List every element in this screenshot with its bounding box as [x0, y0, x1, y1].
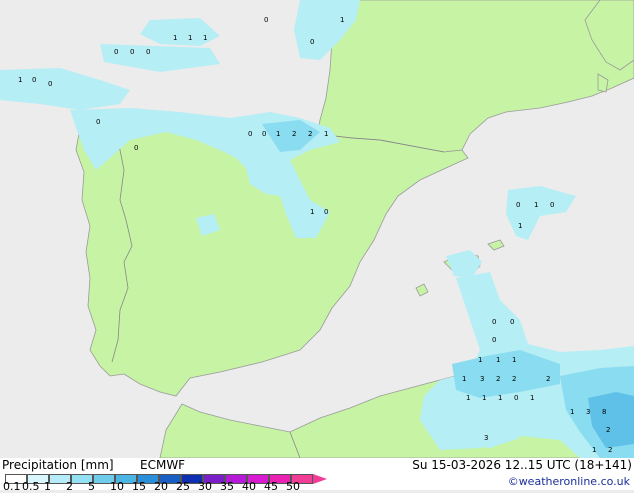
legend-label: 15 — [132, 480, 146, 493]
map-value: 1 — [498, 394, 502, 402]
map-value: 1 — [462, 375, 466, 383]
map-value: 0 — [48, 80, 52, 88]
map-value: 1 — [496, 356, 500, 364]
map-value: 0 — [514, 394, 518, 402]
map-value: 3 — [480, 375, 484, 383]
map-value: 2 — [608, 446, 612, 454]
model-label: ECMWF — [140, 458, 186, 472]
map-value: 2 — [606, 426, 610, 434]
legend-label: 10 — [110, 480, 124, 493]
map-value: 1 — [203, 34, 207, 42]
map-value: 1 — [592, 446, 596, 454]
map-value: 1 — [324, 130, 328, 138]
map-value: 2 — [546, 375, 550, 383]
map-value: 1 — [518, 222, 522, 230]
map-value: 0 — [134, 144, 138, 152]
map-value: 0 — [310, 38, 314, 46]
map-value: 2 — [496, 375, 500, 383]
map-value: 0 — [32, 76, 36, 84]
map-value: 1 — [478, 356, 482, 364]
map-canvas: 1 1 1 1 0 0 0 0 0 0 1 0 0 0 0 0 1 2 2 1 … — [0, 0, 634, 458]
map-value: 0 — [248, 130, 252, 138]
map-value: 3 — [484, 434, 488, 442]
map-value: 3 — [586, 408, 590, 416]
legend-label: 0.5 — [22, 480, 40, 493]
footer: Precipitation [mm] ECMWF Su 15-03-2026 1… — [0, 458, 634, 493]
legend-label: 0.1 — [3, 480, 21, 493]
legend-label: 50 — [286, 480, 300, 493]
map-value: 0 — [146, 48, 150, 56]
map-value: 1 — [534, 201, 538, 209]
legend-label: 45 — [264, 480, 278, 493]
map-value: 0 — [492, 336, 496, 344]
map-value: 0 — [96, 118, 100, 126]
map-value: 1 — [570, 408, 574, 416]
legend-label: 35 — [220, 480, 234, 493]
map-value: 2 — [512, 375, 516, 383]
map-value: 1 — [188, 34, 192, 42]
map-value: 0 — [550, 201, 554, 209]
legend-arrow-icon — [313, 474, 327, 484]
map-value: 1 — [18, 76, 22, 84]
precipitation-map: 1 1 1 1 0 0 0 0 0 0 1 0 0 0 0 0 1 2 2 1 … — [0, 0, 634, 458]
map-value: 1 — [466, 394, 470, 402]
map-value: 1 — [173, 34, 177, 42]
legend-label: 20 — [154, 480, 168, 493]
map-value: 0 — [492, 318, 496, 326]
map-value: 0 — [114, 48, 118, 56]
map-value: 1 — [512, 356, 516, 364]
legend-label: 30 — [198, 480, 212, 493]
map-value: 0 — [264, 16, 268, 24]
map-value: 1 — [276, 130, 280, 138]
map-value: 1 — [482, 394, 486, 402]
map-value: 0 — [516, 201, 520, 209]
map-value: 1 — [340, 16, 344, 24]
legend-label: 25 — [176, 480, 190, 493]
map-value: 0 — [262, 130, 266, 138]
map-value: 2 — [308, 130, 312, 138]
map-title: Precipitation [mm] — [2, 458, 114, 472]
map-value: 2 — [292, 130, 296, 138]
map-value: 8 — [602, 408, 606, 416]
legend-label: 5 — [88, 480, 95, 493]
map-value: 1 — [530, 394, 534, 402]
map-value: 0 — [510, 318, 514, 326]
map-value: 1 — [310, 208, 314, 216]
map-value: 0 — [130, 48, 134, 56]
legend-label: 1 — [44, 480, 51, 493]
legend-label: 2 — [66, 480, 73, 493]
map-value: 0 — [324, 208, 328, 216]
legend-label: 40 — [242, 480, 256, 493]
datetime-label: Su 15-03-2026 12..15 UTC (18+141) — [412, 458, 632, 472]
credit-link[interactable]: ©weatheronline.co.uk — [508, 475, 630, 488]
